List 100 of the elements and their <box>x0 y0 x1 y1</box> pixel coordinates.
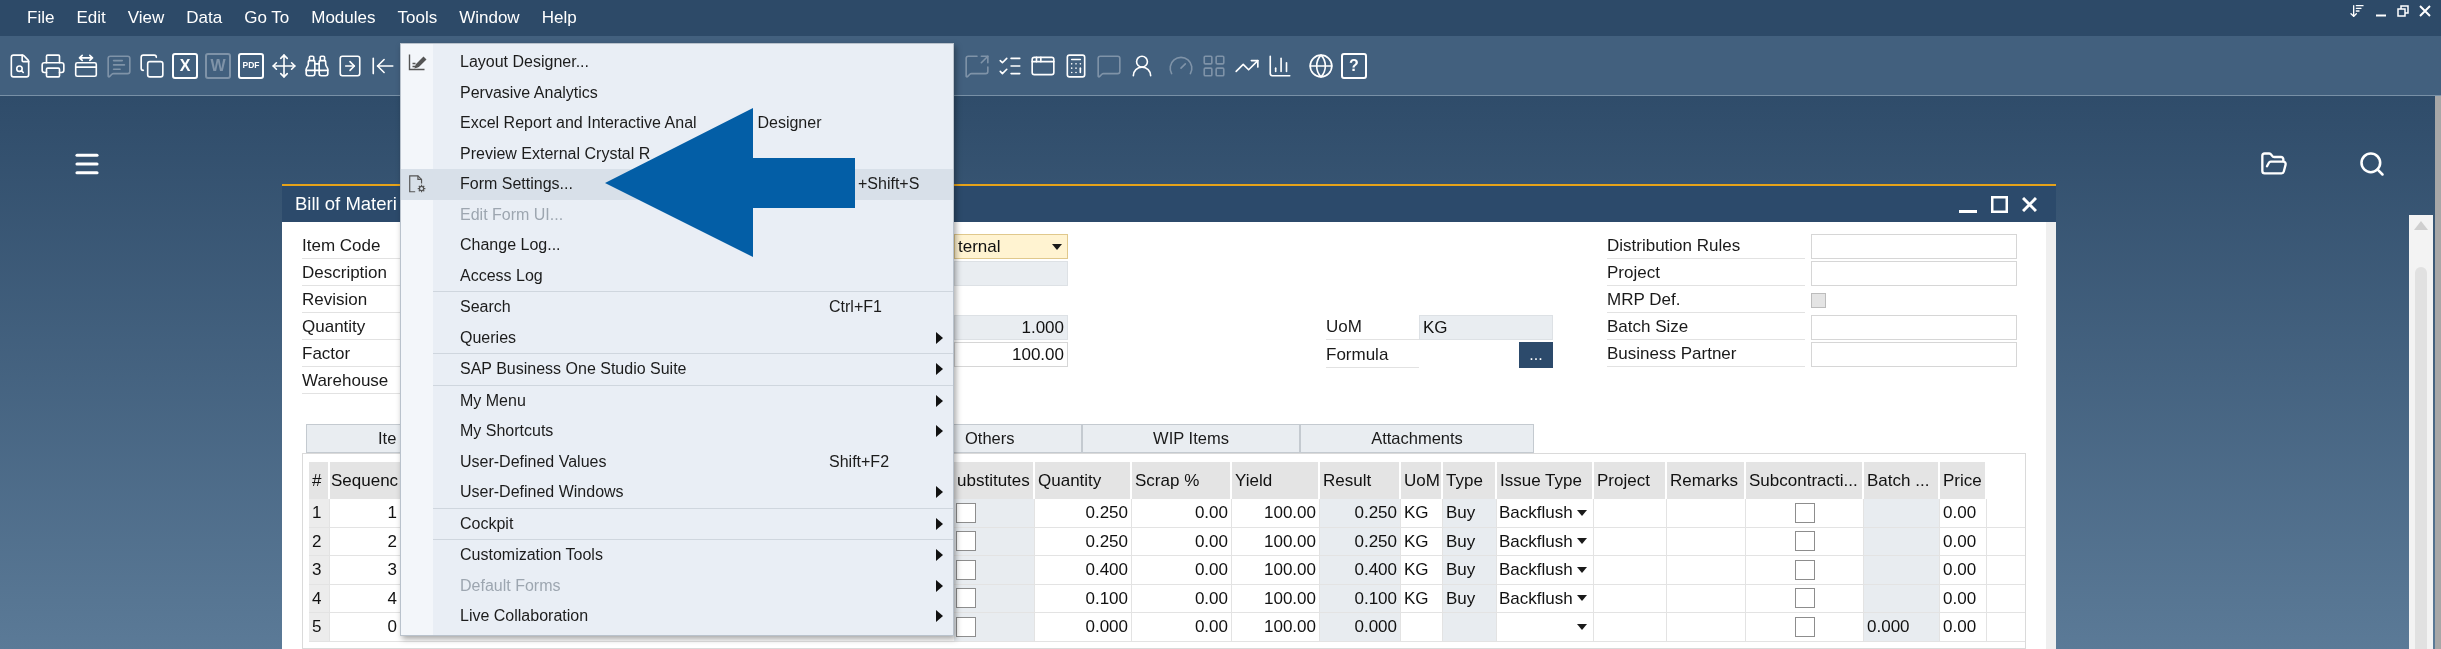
menu-bar-item[interactable]: Help <box>537 6 581 30</box>
checkbox[interactable] <box>1794 531 1815 552</box>
maximize-icon[interactable] <box>1991 195 2008 213</box>
arrow-into-box-icon[interactable] <box>337 52 363 79</box>
input-field[interactable]: KG <box>1419 315 1553 340</box>
checkbox[interactable] <box>956 616 976 637</box>
card-arrows-icon[interactable] <box>73 52 99 79</box>
excel-export-button[interactable]: X <box>172 52 198 79</box>
menu-bar-item[interactable]: File <box>23 6 59 30</box>
tab[interactable]: WIP Items <box>1082 424 1300 453</box>
input-field[interactable] <box>954 261 1068 286</box>
column-header: UoM <box>1401 462 1443 499</box>
close-icon[interactable] <box>2022 196 2037 212</box>
table-cell: 0.100 <box>1320 584 1401 612</box>
menu-item[interactable]: My Shortcuts <box>401 416 953 447</box>
menu-item[interactable]: Layout Designer... <box>401 47 953 78</box>
input-field[interactable] <box>1811 261 2017 286</box>
input-field[interactable] <box>1811 234 2017 259</box>
column-header: Remarks <box>1667 462 1746 499</box>
menu-item[interactable]: Access Log <box>401 260 953 291</box>
caret-down-icon <box>1577 566 1587 573</box>
menu-item[interactable]: My Menu <box>401 385 953 416</box>
input-field[interactable] <box>1811 342 2017 367</box>
menu-bar-item[interactable]: Data <box>182 6 227 30</box>
menu-item[interactable]: Pervasive Analytics <box>401 77 953 108</box>
sort-icon[interactable] <box>2349 3 2365 19</box>
table-cell: 0.000 <box>1864 613 1940 641</box>
menu-bar-item[interactable]: Window <box>455 6 524 30</box>
table-cell: 0.00 <box>1940 499 1987 527</box>
table-cell-text: 1 <box>386 502 398 524</box>
stacked-windows-icon[interactable] <box>139 52 165 79</box>
menu-bar-item[interactable]: View <box>123 6 169 30</box>
table-cell: 0.000 <box>1035 613 1132 641</box>
form-gear-icon <box>407 174 427 195</box>
menu-item[interactable]: Customization Tools <box>401 540 953 571</box>
menu-item[interactable]: Cockpit <box>401 508 953 539</box>
table-cell-text: 2 <box>386 530 398 553</box>
table-cell: 0.00 <box>1132 556 1232 584</box>
checkbox[interactable] <box>956 502 976 523</box>
chart-pencil-icon <box>407 52 427 73</box>
caret-down-icon <box>1577 509 1587 516</box>
tab[interactable]: Attachments <box>1300 424 1534 453</box>
tab[interactable]: Others <box>954 424 1082 453</box>
dropdown-field[interactable]: Backflush <box>1497 527 1594 555</box>
menu-item[interactable]: Queries <box>401 322 953 353</box>
checkbox[interactable] <box>1794 616 1815 637</box>
menu-item[interactable]: Change Log... <box>401 230 953 261</box>
checkbox[interactable] <box>1794 502 1815 523</box>
checkbox[interactable] <box>956 559 976 580</box>
table-cell: 0.00 <box>1940 584 1987 612</box>
menu-bar-item[interactable]: Modules <box>307 6 380 30</box>
checkbox[interactable] <box>956 531 976 552</box>
dropdown-field[interactable]: Backflush <box>1497 499 1594 527</box>
caret-down-icon <box>1577 538 1587 545</box>
table-cell-text: 4 <box>386 587 398 610</box>
menu-item[interactable]: Search Ctrl+F1 <box>401 292 953 323</box>
table-cell: 0.000 <box>1320 613 1401 641</box>
row-number: 1 <box>309 499 330 527</box>
menu-item[interactable]: Excel Report and Interactive Anal Designer <box>401 108 953 139</box>
menu-bar-item[interactable]: Edit <box>72 6 110 30</box>
input-field[interactable] <box>1811 315 2017 340</box>
dropdown-field[interactable]: ternal <box>954 234 1068 259</box>
close-icon[interactable] <box>2419 5 2431 17</box>
menu-bar-item[interactable]: Tools <box>393 6 442 30</box>
caret-down-icon <box>1052 243 1062 250</box>
menu-item[interactable]: Live Collaboration <box>401 601 953 632</box>
table-cell: 0.400 <box>1320 556 1401 584</box>
column-header: Result <box>1320 462 1401 499</box>
checkbox[interactable] <box>1794 588 1815 609</box>
column-header: # <box>309 462 330 499</box>
table-cell: 0.250 <box>1320 499 1401 527</box>
dropdown-field[interactable]: Backflush <box>1497 584 1594 612</box>
table-cell: 0.00 <box>1132 613 1232 641</box>
checkbox[interactable] <box>1794 559 1815 580</box>
binoculars-icon[interactable] <box>304 52 330 79</box>
field-label: MRP Def. <box>1607 288 1805 313</box>
search-icon[interactable] <box>2358 150 2386 178</box>
column-header: Subcontracti... <box>1746 462 1864 499</box>
dropdown-field[interactable]: Backflush <box>1497 556 1594 584</box>
printer-icon[interactable] <box>40 52 66 79</box>
row-number: 5 <box>309 613 330 641</box>
input-field[interactable]: 1.000 <box>954 315 1068 340</box>
menu-bar-item[interactable]: Go To <box>240 6 294 30</box>
menu-item[interactable]: Preview External Crystal R <box>401 138 953 169</box>
globe-icon[interactable] <box>1308 52 1334 79</box>
pdf-export-button[interactable]: PDF <box>238 52 264 79</box>
menu-item[interactable]: SAP Business One Studio Suite <box>401 354 953 385</box>
menu-item[interactable]: User-Defined Windows <box>401 477 953 508</box>
help-button[interactable]: ? <box>1341 52 1367 79</box>
column-header: Project <box>1594 462 1667 499</box>
table-cell: 0.00 <box>1132 584 1232 612</box>
tab[interactable]: Ite <box>306 424 400 453</box>
window-title: Bill of Materi <box>295 192 397 217</box>
menu-item[interactable]: User-Defined Values Shift+F2 <box>401 446 953 477</box>
browse-button[interactable]: ... <box>1519 342 1553 368</box>
move-arrows-icon[interactable] <box>271 52 297 79</box>
restore-icon[interactable] <box>2397 5 2409 17</box>
input-field[interactable]: 100.00 <box>954 342 1068 367</box>
checkbox[interactable] <box>956 588 976 609</box>
table-cell: Buy <box>1443 499 1497 527</box>
